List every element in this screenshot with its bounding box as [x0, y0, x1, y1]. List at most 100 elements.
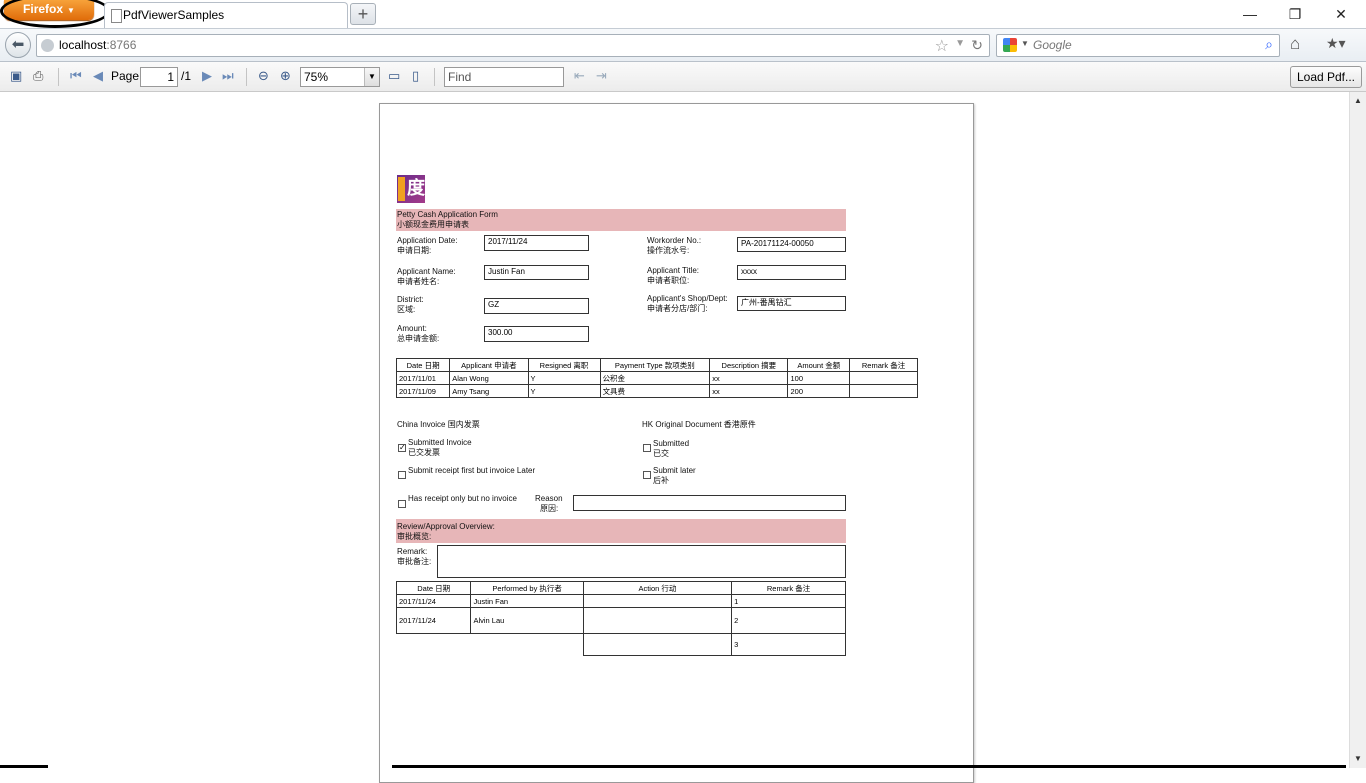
remark-field[interactable] [437, 545, 846, 578]
search-engine-dropdown-icon[interactable]: ▼ [1021, 39, 1029, 48]
page-number-input[interactable]: 1 [140, 67, 178, 87]
home-icon[interactable]: ⌂ [1290, 34, 1300, 54]
find-input[interactable]: Find [444, 67, 564, 87]
column-header: Date 日期 [395, 581, 472, 595]
logo-glyph: 度 [407, 178, 425, 198]
district-label-cn: 区域: [397, 305, 416, 314]
amount-field[interactable]: 300.00 [484, 326, 589, 342]
print-icon[interactable]: ⎙ [33, 69, 43, 83]
bookmark-star-icon[interactable]: ☆ [935, 36, 949, 56]
table-cell: 2 [731, 607, 846, 634]
table-cell [470, 633, 584, 656]
table-row: 2017/11/01 Alan Wong Y 公积金 xx 100 [395, 371, 918, 385]
applicant-label-cn: 申请者姓名: [397, 277, 440, 286]
reason-label: Reason [535, 494, 563, 503]
save-icon[interactable]: ▣ [10, 69, 22, 83]
column-header: Performed by 执行者 [470, 581, 584, 595]
table-cell [849, 371, 918, 385]
title-field[interactable]: xxxx [737, 265, 846, 280]
applicant-field[interactable]: Justin Fan [484, 265, 589, 280]
fit-page-icon[interactable]: ▯ [412, 69, 419, 83]
table-cell: Y [527, 371, 601, 385]
shop-label-cn: 申请者分店/部门: [647, 304, 708, 313]
zoom-in-icon[interactable]: ⊕ [280, 69, 291, 83]
receipt-only-label: Has receipt only but no invoice [408, 494, 517, 503]
search-box[interactable]: ▼ Google ⌕ [996, 34, 1280, 57]
column-header: Remark 备注 [731, 581, 846, 595]
last-page-icon[interactable]: ⏭ [222, 69, 234, 83]
china-invoice-label: China Invoice 国内发票 [397, 420, 480, 429]
column-header: Payment Type 款项类别 [599, 358, 711, 372]
logo-stripe [398, 177, 405, 201]
new-tab-button[interactable]: + [350, 3, 376, 25]
submit-later-invoice-checkbox[interactable] [398, 471, 406, 479]
submitted-checkbox[interactable] [643, 444, 651, 452]
column-header: Description 摘要 [709, 358, 789, 372]
fit-width-icon[interactable]: ▭ [388, 69, 400, 83]
scroll-up-icon[interactable]: ▲ [1354, 96, 1362, 105]
firefox-menu-button[interactable]: Firefox ▼ [4, 0, 94, 20]
reload-icon[interactable]: ↻ [971, 37, 983, 54]
firefox-menu-label: Firefox [23, 2, 64, 16]
browser-tab[interactable]: PdfViewerSamples [104, 2, 348, 28]
table-row: 3 [397, 633, 846, 656]
chevron-down-icon[interactable]: ▼ [364, 68, 379, 86]
history-dropdown-icon[interactable]: ▼ [955, 38, 965, 49]
zoom-out-icon[interactable]: ⊖ [258, 69, 269, 83]
table-cell: 3 [731, 633, 846, 656]
back-arrow-icon[interactable]: ⬅ [5, 32, 31, 58]
submit-later-checkbox[interactable] [643, 471, 651, 479]
district-label: District: [397, 295, 424, 304]
review-title-cn: 审批概览: [397, 532, 432, 541]
table-cell: Justin Fan [470, 594, 584, 608]
column-header: Amount 金额 [787, 358, 851, 372]
receipt-only-checkbox[interactable] [398, 500, 406, 508]
table-cell: 2017/11/01 [395, 371, 451, 385]
district-field[interactable]: GZ [484, 298, 589, 314]
bookmarks-menu-icon[interactable]: ★▾ [1326, 35, 1346, 52]
submit-later-invoice-label: Submit receipt first but invoice Later [408, 466, 536, 475]
google-icon[interactable] [1003, 38, 1017, 52]
company-logo: 度 [397, 175, 425, 203]
shop-field[interactable]: 广州-番禺钻汇 [737, 296, 846, 311]
table-cell: 1 [731, 594, 846, 608]
workorder-field[interactable]: PA-20171124-00050 [737, 237, 846, 252]
reason-field[interactable] [573, 495, 846, 511]
previous-page-icon[interactable]: ◀ [93, 69, 103, 83]
submitted-invoice-checkbox[interactable]: ✓ [398, 444, 406, 452]
chevron-down-icon: ▼ [67, 6, 75, 15]
table-cell: xx [709, 371, 789, 385]
vertical-scrollbar[interactable]: ▲ ▼ [1349, 92, 1366, 768]
submitted-invoice-label: Submitted Invoice [408, 438, 472, 447]
table-cell: Alvin Lau [470, 607, 584, 634]
first-page-icon[interactable]: ⏮ [70, 69, 82, 83]
find-previous-icon[interactable]: ⇤ [574, 69, 585, 83]
form-title-en: Petty Cash Application Form [397, 210, 498, 219]
applicant-label: Applicant Name: [397, 267, 456, 276]
minimize-button[interactable]: — [1235, 4, 1265, 24]
table-cell [582, 633, 733, 656]
workorder-label-cn: 操作流水号: [647, 246, 690, 255]
restore-button[interactable]: ❐ [1280, 4, 1310, 24]
search-icon[interactable]: ⌕ [1265, 36, 1273, 53]
load-pdf-button[interactable]: Load Pdf... [1290, 66, 1362, 88]
amount-label-cn: 总申请金额: [397, 334, 440, 343]
table-cell: Amy Tsang [449, 384, 529, 398]
amount-label: Amount: [397, 324, 427, 333]
close-button[interactable]: ✕ [1326, 4, 1356, 24]
url-bar[interactable]: localhost:8766 ☆ ▼ ↻ [36, 34, 990, 57]
items-table: Date 日期 Applicant 申请者 Resigned 离职 Paymen… [395, 358, 918, 398]
column-header: Applicant 申请者 [449, 358, 529, 372]
scroll-down-icon[interactable]: ▼ [1354, 754, 1362, 763]
divider [246, 68, 247, 86]
app-date-label-cn: 申请日期: [397, 246, 432, 255]
title-label-cn: 申请者职位: [647, 276, 690, 285]
page-icon [111, 9, 122, 23]
submit-later-label-cn: 后补 [653, 476, 669, 485]
app-date-field[interactable]: 2017/11/24 [484, 235, 589, 251]
find-next-icon[interactable]: ⇥ [596, 69, 607, 83]
search-placeholder: Google [1033, 38, 1072, 52]
next-page-icon[interactable]: ▶ [202, 69, 212, 83]
table-row: 2017/11/24 Alvin Lau 2 [395, 607, 846, 634]
zoom-select[interactable]: 75% ▼ [300, 67, 380, 87]
